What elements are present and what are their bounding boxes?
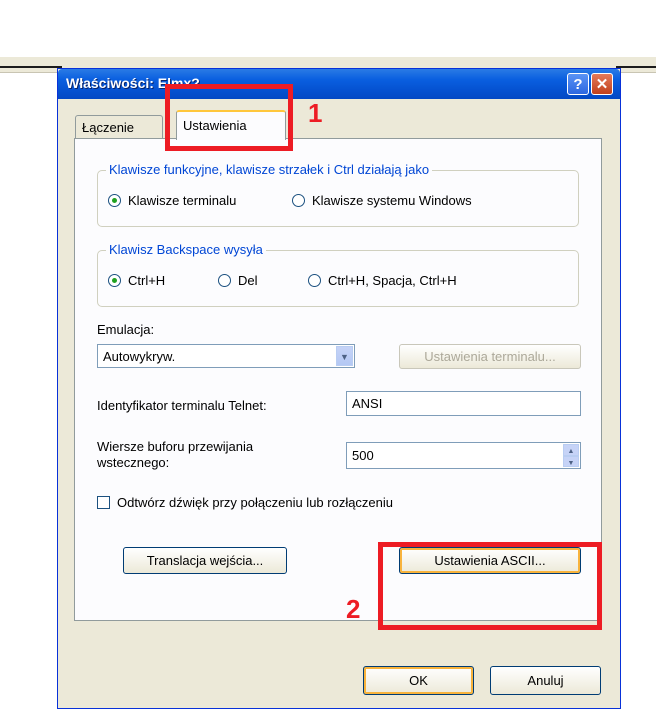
radio-ctrl-h[interactable]: Ctrl+H	[108, 273, 165, 288]
radio-windows-keys-circle[interactable]	[292, 194, 305, 207]
radio-ctrl-h-circle[interactable]	[108, 274, 121, 287]
background-window-edge-right	[616, 66, 656, 68]
function-keys-group: Klawisze funkcyjne, klawisze strzałek i …	[97, 162, 579, 227]
spin-up-icon[interactable]: ▲	[563, 444, 579, 456]
ok-button[interactable]: OK	[363, 666, 474, 695]
emulation-label: Emulacja:	[97, 322, 155, 337]
background-window-top	[0, 0, 656, 57]
annotation-number-1: 1	[308, 98, 323, 128]
radio-ctrl-h-space-circle[interactable]	[308, 274, 321, 287]
tab-connection[interactable]: Łączenie	[75, 115, 163, 138]
dialog-titlebar[interactable]: Właściwości: Elmx? ? ✕	[58, 69, 620, 99]
annotation-box-2	[378, 542, 602, 630]
radio-del-label: Del	[238, 273, 258, 288]
close-button[interactable]: ✕	[591, 73, 613, 95]
spin-buttons[interactable]: ▲ ▼	[563, 444, 579, 467]
telnet-id-field[interactable]: ANSI	[346, 391, 581, 416]
radio-ctrl-h-space[interactable]: Ctrl+H, Spacja, Ctrl+H	[308, 273, 457, 288]
annotation-box-1	[165, 84, 293, 151]
input-translation-button[interactable]: Translacja wejścia...	[123, 547, 287, 574]
radio-del-circle[interactable]	[218, 274, 231, 287]
sound-checkbox[interactable]	[97, 496, 110, 509]
spin-down-icon[interactable]: ▼	[563, 455, 579, 467]
chevron-down-icon[interactable]: ▼	[336, 346, 353, 366]
radio-ctrl-h-label: Ctrl+H	[128, 273, 166, 288]
background-window-edge-left	[0, 66, 62, 68]
radio-del[interactable]: Del	[218, 273, 258, 288]
radio-terminal-keys-circle[interactable]	[108, 194, 121, 207]
sound-checkbox-label: Odtwórz dźwięk przy połączeniu lub rozłą…	[117, 495, 394, 510]
emulation-value: Autowykryw.	[103, 349, 176, 364]
telnet-id-label: Identyfikator terminalu Telnet:	[97, 398, 267, 413]
sound-checkbox-row[interactable]: Odtwórz dźwięk przy połączeniu lub rozłą…	[97, 495, 393, 510]
emulation-dropdown[interactable]: Autowykryw. ▼	[97, 344, 355, 368]
terminal-settings-button[interactable]: Ustawienia terminalu...	[399, 344, 581, 369]
radio-windows-keys-label: Klawisze systemu Windows	[312, 193, 472, 208]
function-keys-legend: Klawisze funkcyjne, klawisze strzałek i …	[106, 162, 433, 177]
radio-terminal-keys[interactable]: Klawisze terminalu	[108, 193, 236, 208]
scrollback-label-line1: Wiersze buforu przewijania	[97, 439, 254, 454]
radio-terminal-keys-label: Klawisze terminalu	[128, 193, 237, 208]
backspace-group: Klawisz Backspace wysyła Ctrl+H Del Ctrl…	[97, 242, 579, 307]
scrollback-label-line2: wstecznego:	[97, 455, 170, 470]
annotation-number-2: 2	[346, 594, 361, 624]
help-button[interactable]: ?	[567, 73, 589, 95]
radio-ctrl-h-space-label: Ctrl+H, Spacja, Ctrl+H	[328, 273, 457, 288]
scrollback-value: 500	[352, 448, 374, 463]
backspace-legend: Klawisz Backspace wysyła	[106, 242, 266, 257]
scrollback-stepper[interactable]: 500 ▲ ▼	[346, 442, 581, 469]
radio-windows-keys[interactable]: Klawisze systemu Windows	[292, 193, 472, 208]
cancel-button[interactable]: Anuluj	[490, 666, 601, 695]
